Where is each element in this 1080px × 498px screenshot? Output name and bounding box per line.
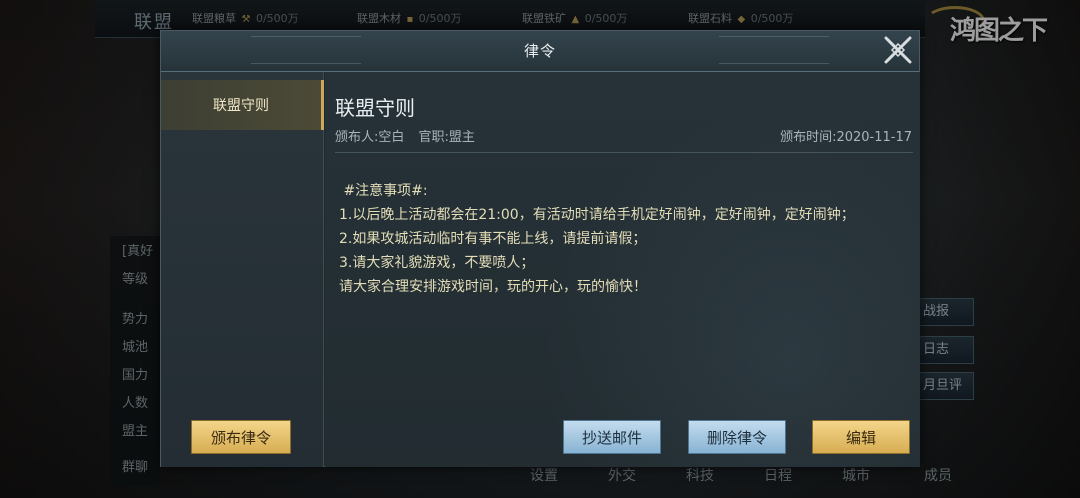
decree-body: #注意事项#: 1.以后晚上活动都会在21:00，有活动时请给手机定好闹钟，定好…	[339, 183, 855, 295]
sidebar-item-alliance-rules[interactable]: 联盟守则	[161, 80, 324, 130]
close-icon	[884, 36, 912, 64]
decree-sidebar: 联盟守则 颁布律令	[161, 72, 324, 467]
close-button[interactable]	[878, 30, 918, 70]
position-label: 官职:盟主	[418, 130, 475, 145]
divider	[335, 152, 913, 153]
sidebar-item-label: 联盟守则	[213, 98, 269, 114]
publisher-label: 颁布人:空白	[335, 130, 405, 145]
modal-header: 律令	[161, 31, 919, 72]
decree-meta: 颁布人:空白 官职:盟主	[335, 126, 485, 145]
edit-button[interactable]: 编辑	[812, 420, 910, 454]
decree-title: 联盟守则	[335, 96, 415, 120]
decree-content: 联盟守则 颁布人:空白 官职:盟主 颁布时间:2020-11-17 #注意事项#…	[325, 72, 920, 467]
publish-time: 颁布时间:2020-11-17	[780, 130, 912, 145]
publish-decree-button[interactable]: 颁布律令	[191, 420, 291, 454]
decree-modal: 律令 联盟守则 颁布律令 联盟守则 颁布人:空白 官职:盟主 颁布时间:2020…	[160, 30, 920, 467]
delete-decree-button[interactable]: 删除律令	[688, 420, 786, 454]
cc-mail-button[interactable]: 抄送邮件	[563, 420, 661, 454]
modal-title: 律令	[523, 42, 556, 60]
